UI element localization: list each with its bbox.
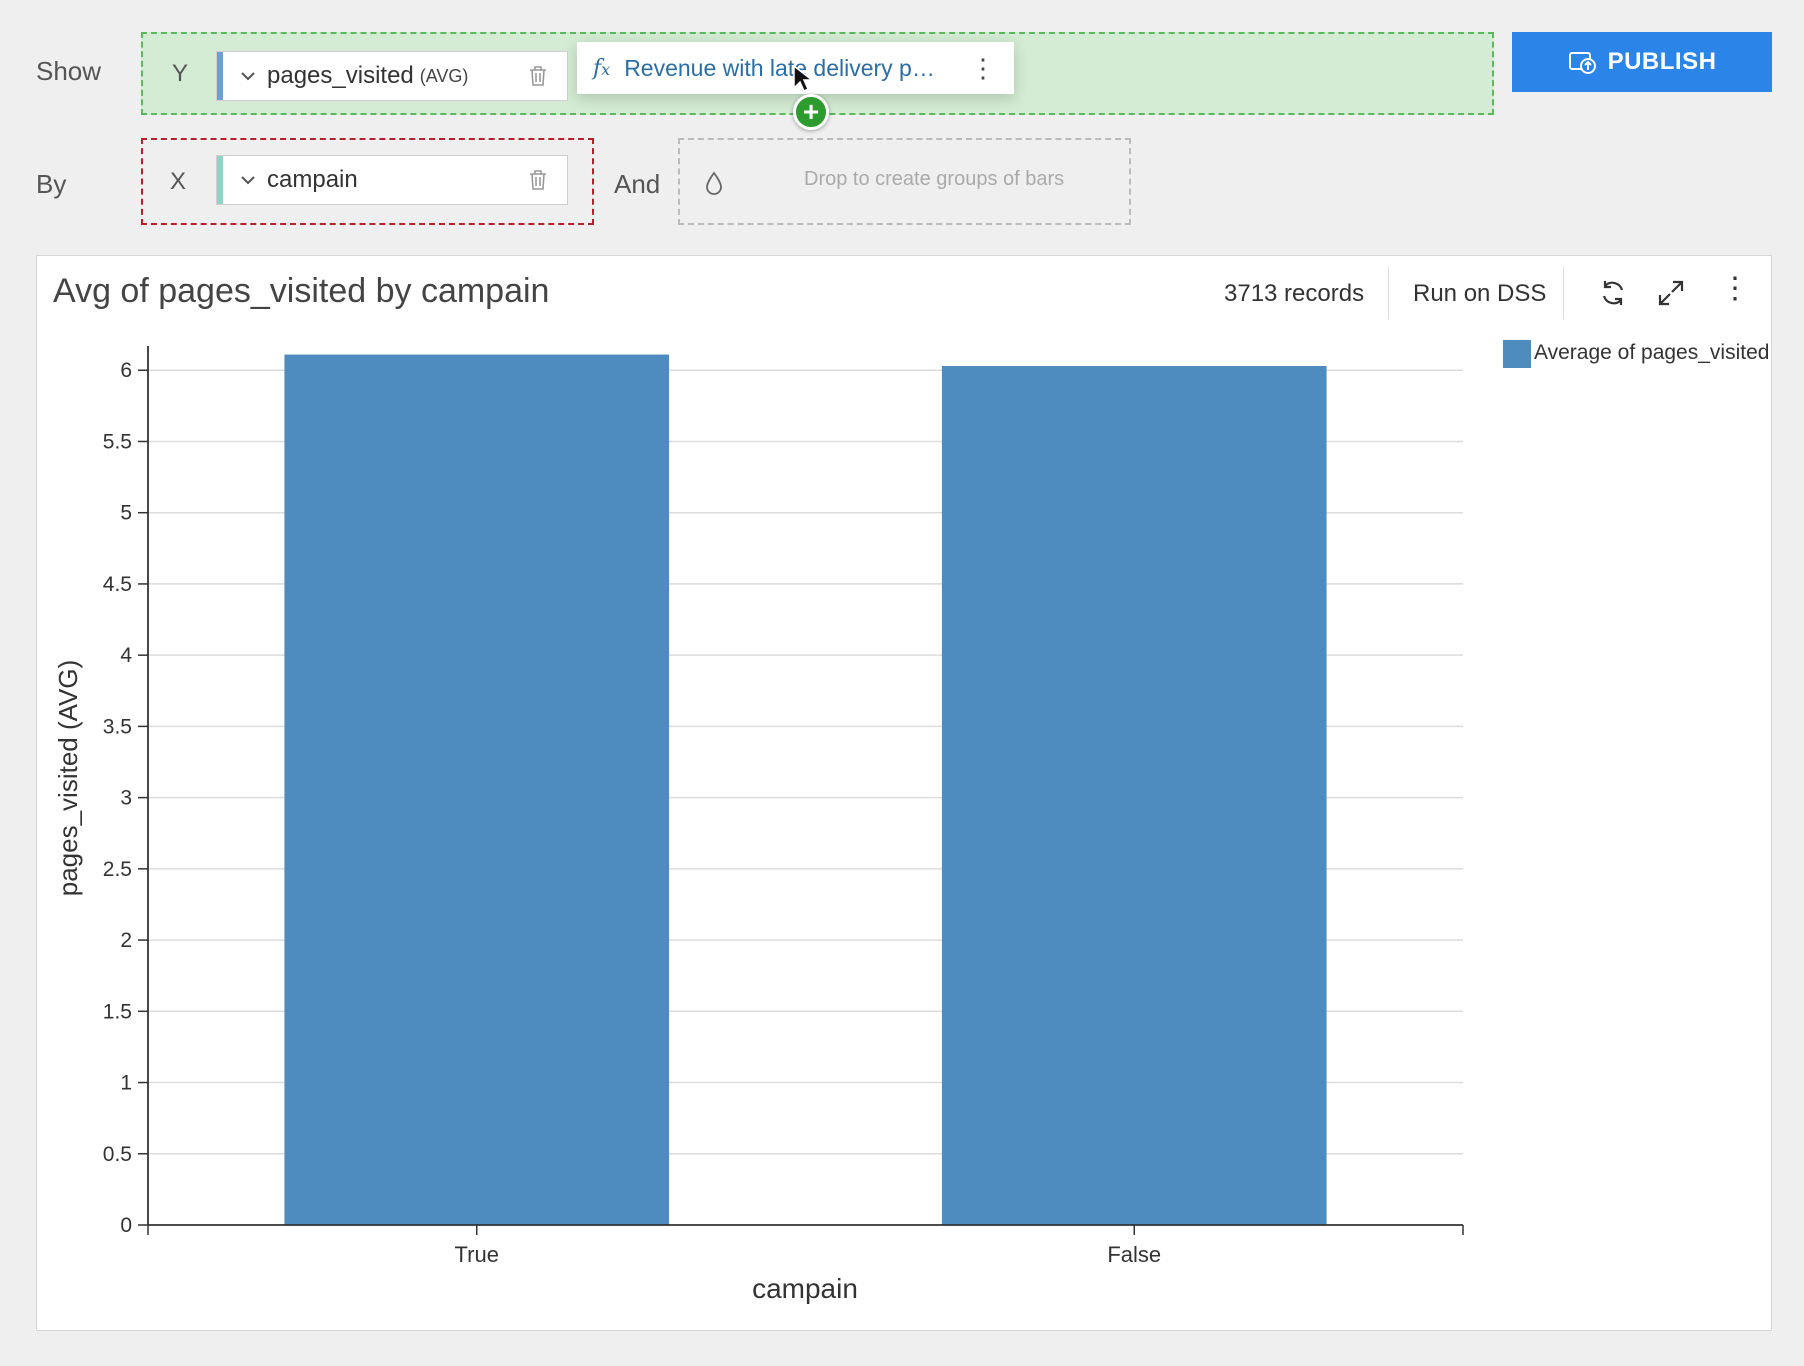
y-tick-label: 4 xyxy=(120,644,132,667)
y-tick-label: 4.5 xyxy=(103,573,132,596)
x-tick-label: True xyxy=(455,1242,499,1267)
y-tick-label: 3 xyxy=(120,787,132,810)
y-tick-label: 1.5 xyxy=(103,1000,132,1023)
bar-true[interactable] xyxy=(284,354,670,1225)
y-tick-label: 2 xyxy=(120,929,132,952)
y-axis-title: pages_visited (AVG) xyxy=(53,660,83,897)
y-tick-label: 1 xyxy=(120,1072,132,1095)
x-tick-label: False xyxy=(1107,1242,1161,1267)
y-tick-label: 3.5 xyxy=(103,715,132,738)
y-tick-label: 5 xyxy=(120,502,132,525)
y-tick-label: 5.5 xyxy=(103,430,132,453)
y-tick-label: 6 xyxy=(120,359,132,382)
bar-false[interactable] xyxy=(941,365,1327,1225)
y-tick-label: 0 xyxy=(120,1214,132,1237)
y-tick-label: 0.5 xyxy=(103,1143,132,1166)
x-axis-title: campain xyxy=(752,1273,858,1304)
y-tick-label: 2.5 xyxy=(103,858,132,881)
bar-chart: 0 0.5 1 1.5 2 2.5 3 3.5 4 4.5 5 5.5 6 True False pages… xyxy=(53,346,1464,1304)
